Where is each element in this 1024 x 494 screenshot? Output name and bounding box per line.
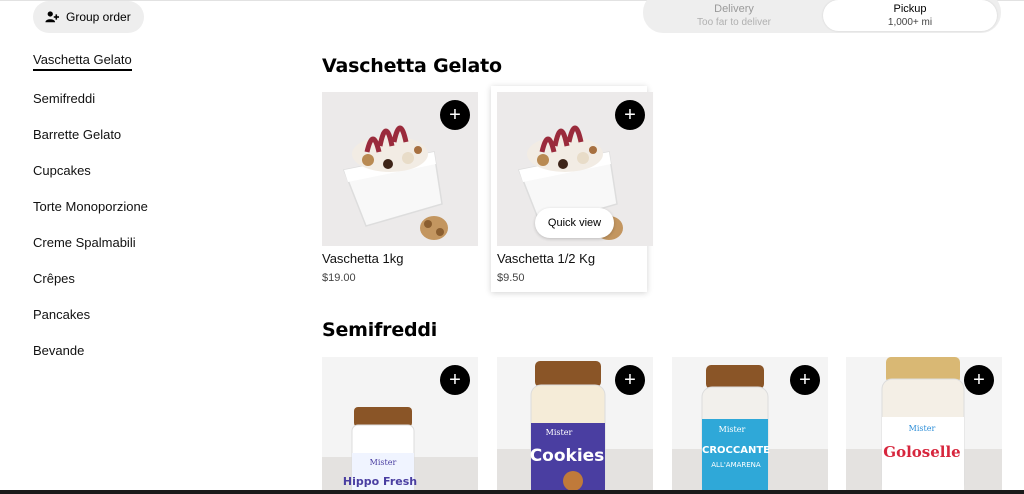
add-to-cart-button[interactable]: + <box>790 365 820 395</box>
add-to-cart-button[interactable]: + <box>440 365 470 395</box>
pickup-option[interactable]: Pickup 1,000+ mi <box>823 0 997 31</box>
section-title-semifreddi: Semifreddi <box>322 319 438 341</box>
group-order-label: Group order <box>66 10 131 24</box>
menu-item-card[interactable]: Mister CROCCANTE ALL'AMARENA + <box>672 357 828 490</box>
item-image: + <box>322 92 478 246</box>
sidebar-item-torte-monoporzione[interactable]: Torte Monoporzione <box>33 199 148 214</box>
jar-product-subtext: ALL'AMARENA <box>711 461 761 469</box>
plus-icon: + <box>449 104 461 126</box>
pickup-label: Pickup <box>893 2 927 15</box>
sidebar-item-pancakes[interactable]: Pancakes <box>33 307 90 322</box>
sidebar-item-cupcakes[interactable]: Cupcakes <box>33 163 91 178</box>
sidebar-item-crepes[interactable]: Crêpes <box>33 271 75 286</box>
menu-item-card[interactable]: + Vaschetta 1kg $19.00 <box>322 92 478 284</box>
plus-icon: + <box>624 369 636 391</box>
jar-product-text: CROCCANTE <box>702 445 770 456</box>
group-order-button[interactable]: Group order <box>33 1 144 33</box>
delivery-sublabel: Too far to deliver <box>697 16 771 28</box>
plus-icon: + <box>799 369 811 391</box>
pickup-sublabel: 1,000+ mi <box>887 16 933 28</box>
jar-product-text: Hippo Fresh <box>343 475 417 488</box>
delivery-option[interactable]: Delivery Too far to deliver <box>647 0 821 31</box>
add-to-cart-button[interactable]: + <box>615 365 645 395</box>
sidebar-item-creme-spalmabili[interactable]: Creme Spalmabili <box>33 235 136 250</box>
item-name: Vaschetta 1kg <box>322 251 404 266</box>
menu-item-card[interactable]: + Quick view Vaschetta 1/2 Kg $9.50 <box>491 86 653 292</box>
fulfillment-toggle: Delivery Too far to deliver Pickup 1,000… <box>643 0 1001 33</box>
item-price: $9.50 <box>497 272 525 284</box>
add-to-cart-button[interactable]: + <box>964 365 994 395</box>
plus-icon: + <box>973 369 985 391</box>
add-to-cart-button[interactable]: + <box>615 100 645 130</box>
menu-item-card[interactable]: Mister Cookies + <box>497 357 653 490</box>
sidebar-item-vaschetta-gelato[interactable]: Vaschetta Gelato <box>33 52 132 71</box>
plus-icon: + <box>449 369 461 391</box>
add-person-icon <box>45 11 59 23</box>
item-price: $19.00 <box>322 272 356 284</box>
jar-product-text: Goloselle <box>883 443 960 461</box>
jar-brand-text: Mister <box>546 428 573 437</box>
bottom-edge <box>0 490 1024 494</box>
item-name: Vaschetta 1/2 Kg <box>497 251 596 266</box>
sidebar-item-bevande[interactable]: Bevande <box>33 343 84 358</box>
jar-product-text: Cookies <box>530 446 605 466</box>
jar-brand-text: Mister <box>370 458 397 467</box>
menu-item-card[interactable]: Mister Goloselle + <box>846 357 1002 490</box>
delivery-label: Delivery <box>714 2 754 15</box>
plus-icon: + <box>624 104 636 126</box>
quick-view-button[interactable]: Quick view <box>535 208 614 238</box>
jar-brand-text: Mister <box>719 425 746 434</box>
add-to-cart-button[interactable]: + <box>440 100 470 130</box>
item-image: + Quick view <box>497 92 653 246</box>
jar-brand-text: Mister <box>909 424 936 433</box>
sidebar-item-semifreddi[interactable]: Semifreddi <box>33 91 95 106</box>
menu-item-card[interactable]: Mister Hippo Fresh + <box>322 357 478 490</box>
section-title-vaschetta-gelato: Vaschetta Gelato <box>322 55 502 77</box>
sidebar-item-barrette-gelato[interactable]: Barrette Gelato <box>33 127 121 142</box>
